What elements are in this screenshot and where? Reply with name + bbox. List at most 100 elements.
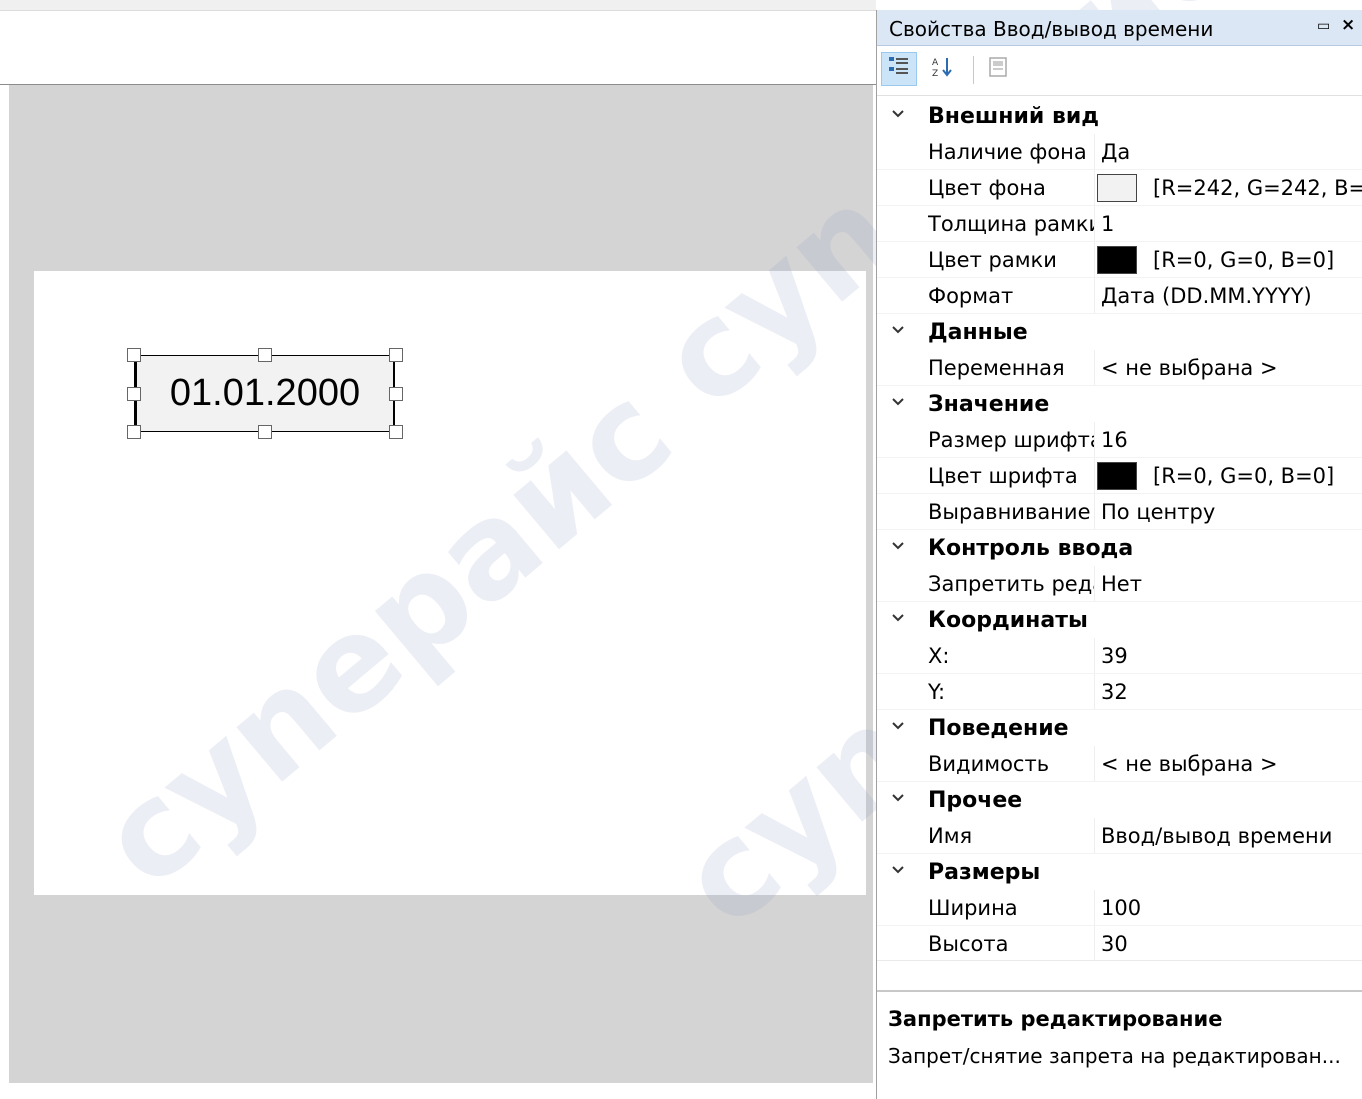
category-value[interactable]: Значение <box>877 386 1362 422</box>
property-grid: Внешний вид Наличие фона Да Цвет фона [R… <box>877 98 1362 962</box>
property-row-has-background[interactable]: Наличие фона Да <box>877 134 1362 170</box>
property-value[interactable]: Нет <box>1101 572 1142 596</box>
resize-handle-top-right[interactable] <box>389 348 403 362</box>
column-divider <box>1094 674 1095 709</box>
property-name: Формат <box>928 283 1014 308</box>
category-input-control[interactable]: Контроль ввода <box>877 530 1362 566</box>
property-value[interactable]: Дата (DD.MM.YYYY) <box>1101 284 1312 308</box>
property-name: Наличие фона <box>928 139 1087 164</box>
category-coordinates[interactable]: Координаты <box>877 602 1362 638</box>
category-other[interactable]: Прочее <box>877 782 1362 818</box>
property-row-alignment[interactable]: Выравнивание По центру <box>877 494 1362 530</box>
chevron-down-icon[interactable] <box>891 790 905 804</box>
property-row-name[interactable]: Имя Ввод/вывод времени <box>877 818 1362 854</box>
svg-text:Z: Z <box>932 69 938 79</box>
property-row-border-color[interactable]: Цвет рамки [R=0, G=0, B=0] <box>877 242 1362 278</box>
property-value[interactable]: 32 <box>1101 680 1128 704</box>
property-row-background-color[interactable]: Цвет фона [R=242, G=242, B=2 <box>877 170 1362 206</box>
property-value[interactable]: [R=242, G=242, B=2 <box>1153 176 1362 200</box>
property-row-width[interactable]: Ширина 100 <box>877 890 1362 926</box>
property-help-pane: Запретить редактирование Запрет/снятие з… <box>877 990 1362 1099</box>
column-divider <box>1094 566 1095 601</box>
category-label: Значение <box>928 391 1050 417</box>
column-divider <box>1094 422 1095 457</box>
property-row-x[interactable]: X: 39 <box>877 638 1362 674</box>
editor-toolbar-area <box>0 11 876 85</box>
resize-handle-top[interactable] <box>258 348 272 362</box>
property-name: Видимость <box>928 751 1050 776</box>
column-divider <box>1094 926 1095 961</box>
category-appearance[interactable]: Внешний вид <box>877 98 1362 134</box>
column-divider <box>1094 746 1095 781</box>
property-value[interactable]: < не выбрана > <box>1101 752 1278 776</box>
property-name: Переменная <box>928 355 1065 380</box>
property-name: Цвет шрифта <box>928 463 1078 488</box>
properties-toolbar: A Z <box>877 46 1362 96</box>
resize-handle-bottom-left[interactable] <box>127 425 141 439</box>
window-top-strip <box>0 0 876 11</box>
property-value[interactable]: Ввод/вывод времени <box>1101 824 1332 848</box>
property-pages-button[interactable] <box>981 52 1017 86</box>
property-name: Размер шрифта <box>928 427 1094 452</box>
property-value[interactable]: [R=0, G=0, B=0] <box>1153 248 1334 272</box>
resize-handle-right[interactable] <box>389 387 403 401</box>
datetime-io-widget[interactable]: 01.01.2000 <box>136 355 394 432</box>
column-divider <box>1094 494 1095 529</box>
chevron-down-icon[interactable] <box>891 538 905 552</box>
resize-handle-left[interactable] <box>127 387 141 401</box>
properties-panel: Свойства Ввод/вывод времени ▭ × A Z Внеш… <box>876 10 1362 1099</box>
column-divider <box>1094 818 1095 853</box>
property-row-height[interactable]: Высота 30 <box>877 926 1362 962</box>
column-divider <box>1094 638 1095 673</box>
restore-icon[interactable]: ▭ <box>1317 18 1330 34</box>
property-name: Высота <box>928 931 1009 956</box>
chevron-down-icon[interactable] <box>891 322 905 336</box>
property-row-visibility[interactable]: Видимость < не выбрана > <box>877 746 1362 782</box>
property-row-y[interactable]: Y: 32 <box>877 674 1362 710</box>
category-label: Координаты <box>928 607 1088 633</box>
column-divider <box>1094 350 1095 385</box>
property-value[interactable]: 30 <box>1101 932 1128 956</box>
property-name: Толщина рамки <box>928 211 1094 236</box>
categorized-icon <box>888 56 910 82</box>
category-label: Размеры <box>928 859 1041 885</box>
resize-handle-bottom[interactable] <box>258 425 272 439</box>
category-label: Данные <box>928 319 1028 345</box>
chevron-down-icon[interactable] <box>891 718 905 732</box>
property-value[interactable]: 16 <box>1101 428 1128 452</box>
property-row-variable[interactable]: Переменная < не выбрана > <box>877 350 1362 386</box>
color-swatch <box>1097 246 1137 274</box>
category-label: Поведение <box>928 715 1069 741</box>
chevron-down-icon[interactable] <box>891 394 905 408</box>
category-data[interactable]: Данные <box>877 314 1362 350</box>
property-row-format[interactable]: Формат Дата (DD.MM.YYYY) <box>877 278 1362 314</box>
resize-handle-bottom-right[interactable] <box>389 425 403 439</box>
property-row-font-size[interactable]: Размер шрифта 16 <box>877 422 1362 458</box>
property-value[interactable]: [R=0, G=0, B=0] <box>1153 464 1334 488</box>
property-row-border-width[interactable]: Толщина рамки 1 <box>877 206 1362 242</box>
color-swatch <box>1097 462 1137 490</box>
close-icon[interactable]: × <box>1341 15 1355 35</box>
property-row-disable-edit[interactable]: Запретить редактирование Нет <box>877 566 1362 602</box>
editor-bottom-edge <box>0 1083 876 1099</box>
alphabetical-view-button[interactable]: A Z <box>925 52 961 86</box>
property-name: Y: <box>928 679 946 704</box>
chevron-down-icon[interactable] <box>891 610 905 624</box>
property-name: Выравнивание <box>928 499 1091 524</box>
chevron-down-icon[interactable] <box>891 106 905 120</box>
categorized-view-button[interactable] <box>881 52 917 86</box>
category-sizes[interactable]: Размеры <box>877 854 1362 890</box>
chevron-down-icon[interactable] <box>891 862 905 876</box>
property-value[interactable]: 1 <box>1101 212 1114 236</box>
property-row-font-color[interactable]: Цвет шрифта [R=0, G=0, B=0] <box>877 458 1362 494</box>
property-value[interactable]: 100 <box>1101 896 1141 920</box>
property-value[interactable]: 39 <box>1101 644 1128 668</box>
category-label: Контроль ввода <box>928 535 1134 561</box>
category-behavior[interactable]: Поведение <box>877 710 1362 746</box>
property-name: Цвет фона <box>928 175 1046 200</box>
resize-handle-top-left[interactable] <box>127 348 141 362</box>
property-value[interactable]: По центру <box>1101 500 1215 524</box>
property-value[interactable]: < не выбрана > <box>1101 356 1278 380</box>
property-value[interactable]: Да <box>1101 140 1130 164</box>
help-title: Запретить редактирование <box>888 1007 1223 1031</box>
